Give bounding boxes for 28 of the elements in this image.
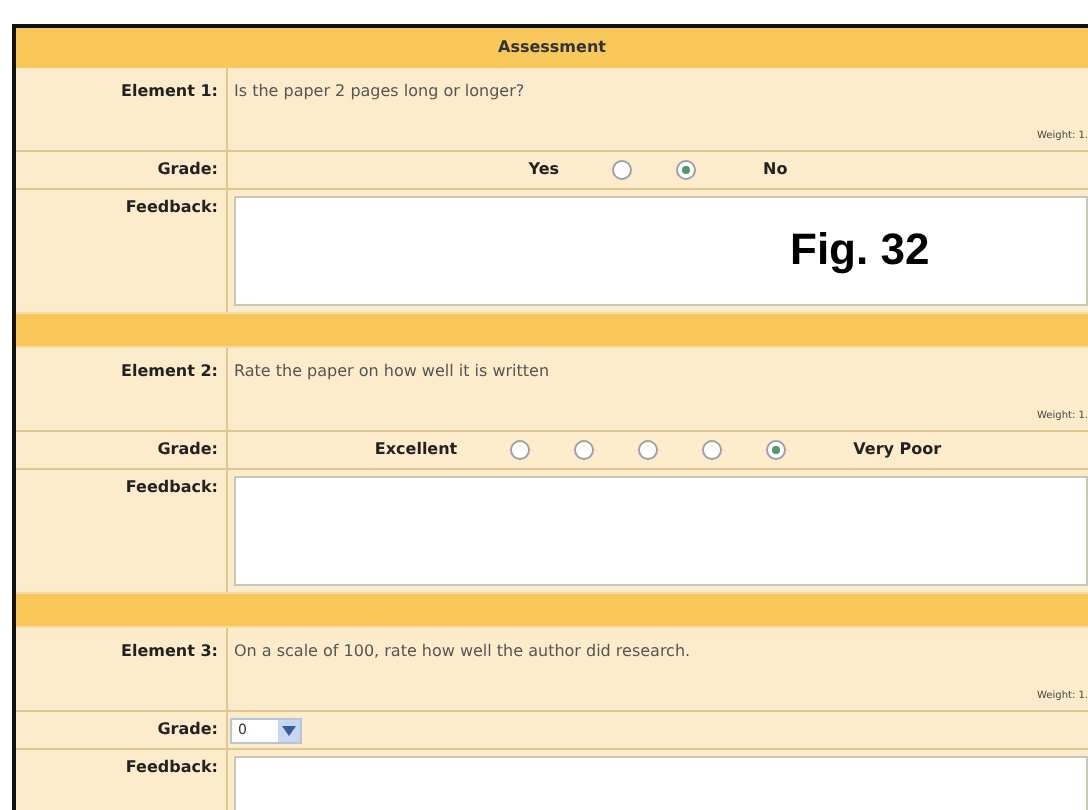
question-text: On a scale of 100, rate how well the author did research. — [234, 640, 693, 664]
radio-button[interactable] — [573, 440, 594, 460]
grade-label: Grade: — [157, 438, 218, 462]
radio-button[interactable] — [675, 160, 696, 180]
figure-label: Fig. 32 — [790, 222, 930, 278]
feedback-label: Feedback: — [125, 478, 218, 496]
grade-label: Grade: — [157, 158, 218, 182]
scale-high-label: No — [763, 158, 788, 182]
element-label: Element 1: — [121, 82, 218, 100]
element-label: Element 3: — [121, 642, 218, 660]
feedback-label: Feedback: — [125, 198, 218, 216]
radio-button[interactable] — [611, 160, 632, 180]
feedback-textarea[interactable] — [234, 476, 1088, 586]
grade-label: Grade: — [157, 718, 218, 742]
radio-button[interactable] — [509, 440, 530, 460]
scale-high-label: Very Poor — [853, 438, 942, 462]
element-label: Element 2: — [121, 362, 218, 380]
dropdown-icon — [278, 719, 300, 741]
question-text: Rate the paper on how well it is written — [234, 360, 552, 384]
question-text: Is the paper 2 pages long or longer? — [234, 80, 527, 104]
radio-button[interactable] — [765, 440, 786, 460]
feedback-label: Feedback: — [125, 758, 218, 776]
scale-low-label: Excellent — [374, 438, 458, 462]
table-header: Assessment — [16, 28, 1088, 68]
radio-button[interactable] — [701, 440, 722, 460]
radio-button[interactable] — [637, 440, 658, 460]
scale-low-label: Yes — [528, 158, 560, 182]
feedback-textarea[interactable] — [234, 196, 1088, 306]
